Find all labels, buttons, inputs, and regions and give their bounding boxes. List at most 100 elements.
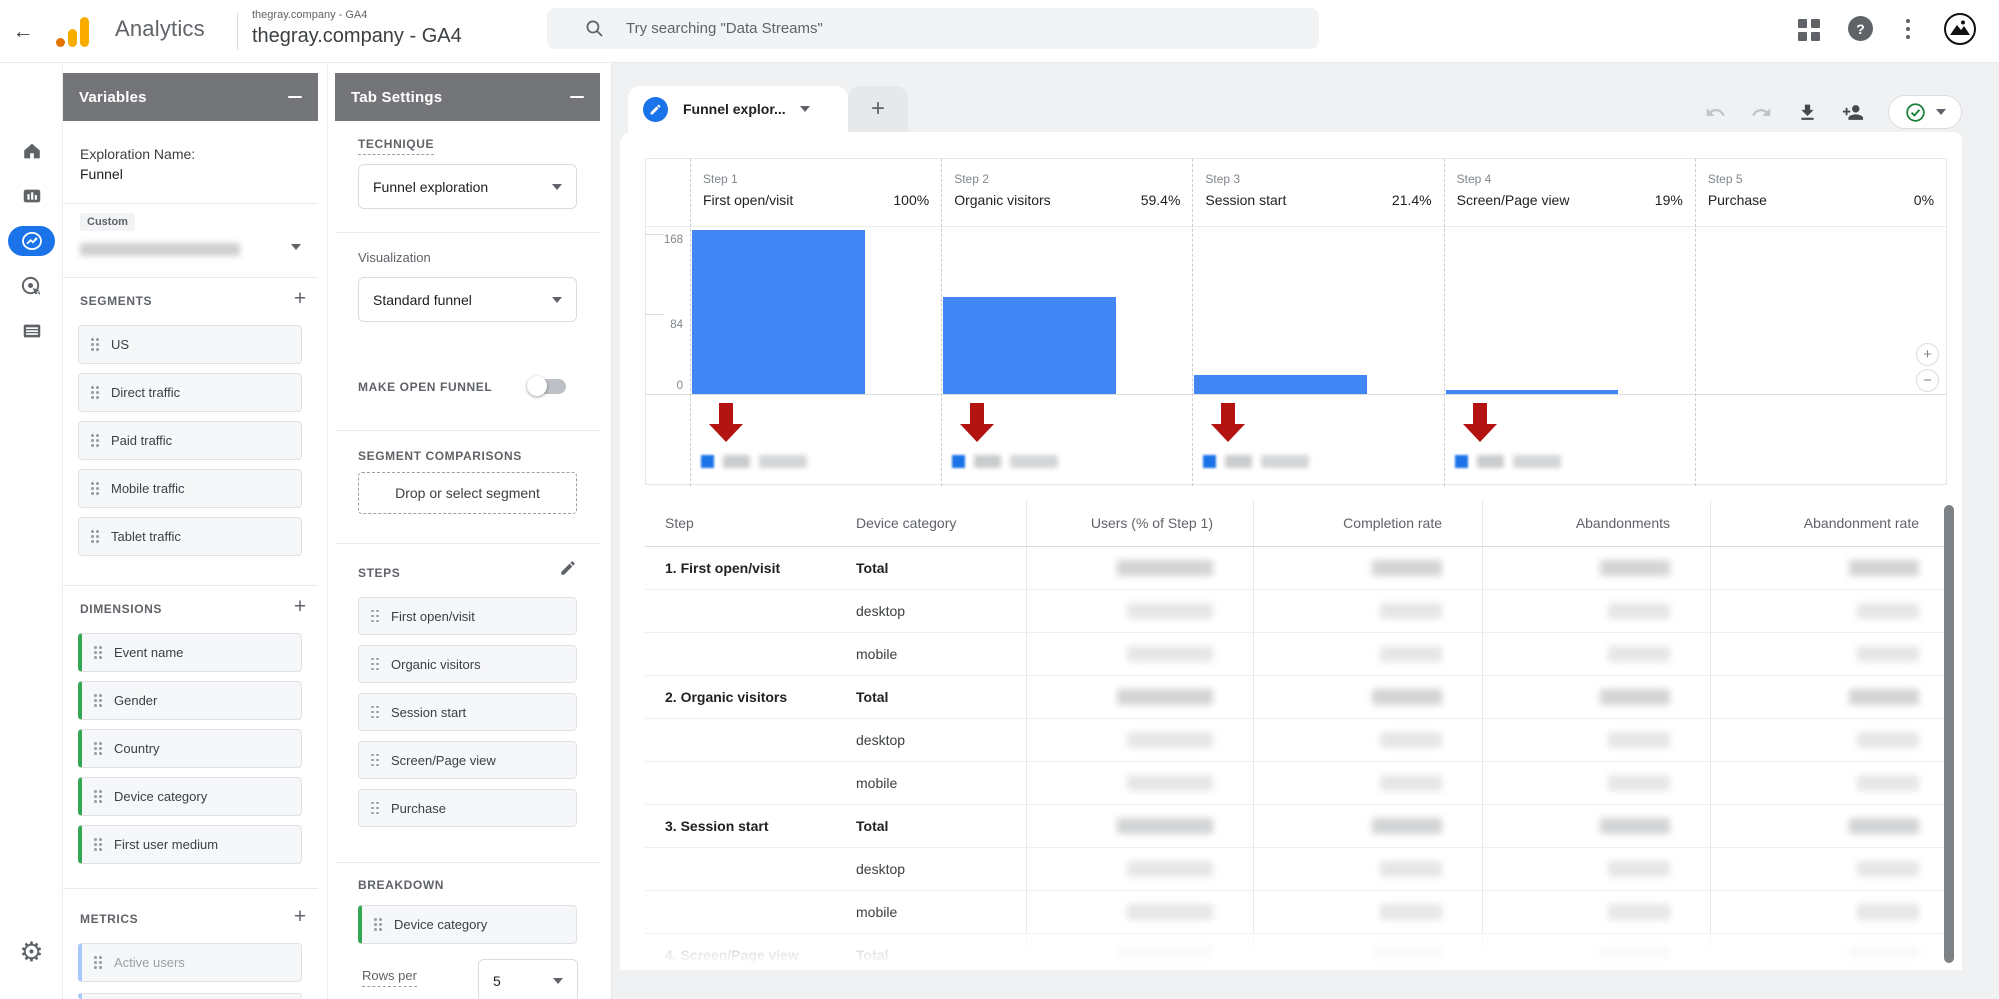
exploration-name-value[interactable]: Funnel [80, 166, 123, 182]
back-button[interactable]: ← [8, 17, 38, 47]
segment-chip[interactable]: Direct traffic [78, 373, 302, 412]
technique-select[interactable]: Funnel exploration [358, 164, 577, 209]
step-number-label: Step 1 [703, 172, 738, 186]
segment-chip[interactable]: Mobile traffic [78, 469, 302, 508]
completion-cell-redacted [1253, 547, 1482, 589]
undo-button[interactable] [1704, 101, 1726, 123]
dimension-chip[interactable]: Country [78, 729, 302, 768]
step-number-label: Step 3 [1205, 172, 1240, 186]
rows-per-select[interactable]: 5 [478, 959, 578, 999]
dimension-chip[interactable]: Gender [78, 681, 302, 720]
nav-library[interactable] [0, 314, 63, 348]
col-header-device: Device category [852, 515, 1026, 531]
abandonment-label-redacted [952, 455, 1058, 468]
edit-steps-button[interactable] [559, 559, 577, 577]
step-percent-label: 21.4% [1392, 192, 1432, 208]
segments-label: SEGMENTS [80, 294, 152, 308]
completion-cell-redacted [1253, 762, 1482, 804]
nav-explore-active[interactable] [8, 226, 55, 256]
step-chip[interactable]: Purchase [358, 789, 577, 827]
drag-handle-icon [94, 694, 102, 707]
minimize-icon[interactable] [570, 96, 584, 99]
tab-funnel-exploration[interactable]: Funnel explor... [628, 86, 848, 132]
kebab-menu-icon[interactable] [1899, 17, 1917, 41]
nav-home[interactable] [0, 134, 63, 168]
nav-advertising[interactable] [0, 269, 63, 303]
dimensions-label: DIMENSIONS [80, 602, 162, 616]
dimension-chip[interactable]: Event name [78, 633, 302, 672]
col-header-abandonments: Abandonments [1482, 500, 1710, 546]
chevron-down-icon[interactable] [800, 106, 810, 112]
date-range-value-redacted[interactable] [80, 243, 240, 256]
abandonments-cell-redacted [1482, 934, 1710, 970]
search-input[interactable]: Try searching "Data Streams" [547, 8, 1319, 49]
share-users-button[interactable] [1842, 101, 1864, 123]
abandonment-rate-cell-redacted [1710, 762, 1947, 804]
redo-button[interactable] [1750, 101, 1772, 123]
drag-handle-icon [371, 658, 379, 671]
zoom-out-button[interactable]: − [1916, 369, 1939, 392]
drag-handle-icon [371, 610, 379, 623]
dimension-chip-label: Country [114, 741, 160, 756]
funnel-column[interactable]: Step 1 First open/visit 100% [690, 159, 941, 486]
apps-grid-icon[interactable] [1798, 19, 1823, 44]
device-cell: Total [852, 560, 1026, 576]
dimension-chip[interactable]: First user medium [78, 825, 302, 864]
breakdown-chip[interactable]: Device category [358, 905, 577, 944]
visualization-select[interactable]: Standard funnel [358, 277, 577, 322]
open-funnel-toggle[interactable] [529, 379, 566, 394]
chevron-down-icon[interactable] [291, 244, 301, 250]
funnel-bar[interactable] [943, 297, 1116, 394]
help-icon[interactable]: ? [1848, 16, 1873, 41]
table-row: 1. First open/visit Total [645, 547, 1947, 590]
step-chip[interactable]: Organic visitors [358, 645, 577, 683]
abandonments-cell-redacted [1482, 719, 1710, 761]
funnel-column[interactable]: Step 4 Screen/Page view 19% [1444, 159, 1695, 486]
step-name-label: Screen/Page view [1457, 192, 1570, 208]
variables-header: Variables [63, 73, 318, 121]
zoom-in-button[interactable]: + [1916, 343, 1939, 366]
funnel-chart: 168 84 0 Step 1 First open/visit 100% [645, 158, 1947, 485]
drag-handle-icon [94, 742, 102, 755]
download-button[interactable] [1796, 101, 1818, 123]
new-tab-button[interactable]: + [848, 86, 908, 132]
abandonments-cell-redacted [1482, 762, 1710, 804]
minimize-icon[interactable] [288, 96, 302, 99]
funnel-bar[interactable] [1446, 390, 1619, 394]
add-dimension-button[interactable]: + [289, 597, 311, 619]
account-avatar[interactable] [1944, 13, 1976, 45]
funnel-bar[interactable] [1194, 375, 1367, 394]
segment-chip[interactable]: Paid traffic [78, 421, 302, 460]
dimension-chip[interactable]: Device category [78, 777, 302, 816]
step-chip[interactable]: Screen/Page view [358, 741, 577, 779]
vertical-scrollbar[interactable] [1944, 505, 1954, 963]
divider [335, 232, 600, 233]
funnel-column[interactable]: Step 2 Organic visitors 59.4% [941, 159, 1192, 486]
segment-chip[interactable]: US [78, 325, 302, 364]
save-status-button[interactable] [1888, 95, 1962, 129]
drag-handle-icon [91, 482, 99, 495]
table-row: 4. Screen/Page view Total [645, 934, 1947, 970]
nav-admin[interactable]: ⚙ [0, 935, 63, 969]
drag-handle-icon [94, 838, 102, 851]
funnel-bar[interactable] [692, 230, 865, 394]
step-name-label: First open/visit [703, 192, 793, 208]
funnel-column[interactable]: Step 3 Session start 21.4% [1192, 159, 1443, 486]
nav-reports[interactable] [0, 179, 63, 213]
pencil-icon [559, 559, 577, 577]
table-row: 3. Session start Total [645, 805, 1947, 848]
drop-segment-zone[interactable]: Drop or select segment [358, 472, 577, 514]
metric-chip[interactable]: Active users [78, 943, 302, 982]
add-metric-button[interactable]: + [289, 907, 311, 929]
step-cell: 3. Session start [645, 818, 852, 834]
segment-chip[interactable]: Tablet traffic [78, 517, 302, 556]
add-segment-button[interactable]: + [289, 289, 311, 311]
funnel-column[interactable]: Step 5 Purchase 0% [1695, 159, 1946, 486]
step-chip[interactable]: Session start [358, 693, 577, 731]
redacted-text [1477, 455, 1504, 468]
chevron-down-icon [1936, 109, 1946, 115]
breadcrumb[interactable]: thegray.company - GA4 [252, 25, 462, 48]
metric-chip-label: Active users [114, 955, 185, 970]
step-chip[interactable]: First open/visit [358, 597, 577, 635]
metric-chip-partial[interactable] [78, 993, 302, 999]
